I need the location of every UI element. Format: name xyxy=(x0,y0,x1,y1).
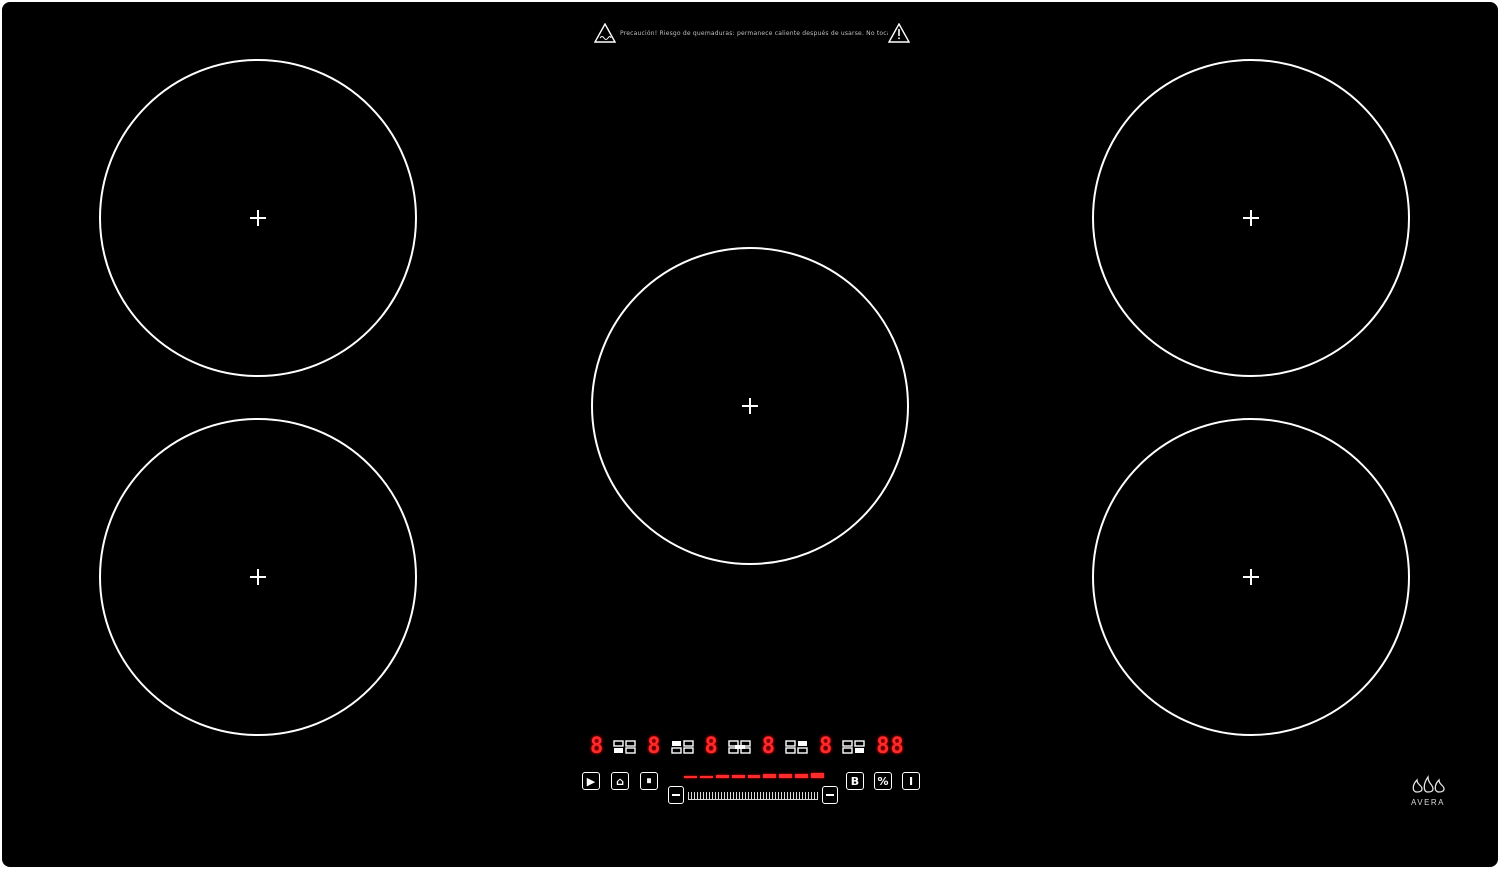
slider-track[interactable] xyxy=(688,792,818,800)
zone-center-mark xyxy=(1243,210,1259,226)
boost-label: B xyxy=(850,774,860,788)
play-button[interactable]: ▶ xyxy=(582,772,600,790)
power-level-segment xyxy=(699,776,713,778)
boost-button[interactable]: B xyxy=(846,772,864,790)
power-level-segment xyxy=(747,775,761,778)
lock-button[interactable]: ⌂ xyxy=(611,772,629,790)
power-icon: I xyxy=(908,774,914,788)
power-level-segment xyxy=(763,774,777,778)
power-level-bars xyxy=(684,772,825,778)
zone-center-mark xyxy=(1243,569,1259,585)
zone-level-display: 8 xyxy=(819,734,833,759)
zone-center-mark xyxy=(250,569,266,585)
power-level-segment xyxy=(779,774,793,778)
brand-name: AVERA xyxy=(1410,798,1446,807)
caution-triangle-icon xyxy=(888,23,910,43)
play-icon: ▶ xyxy=(586,774,596,788)
keep-warm-button[interactable]: % xyxy=(874,772,892,790)
hot-surface-warning: Precaución! Riesgo de quemaduras: perman… xyxy=(594,20,910,46)
zone-level-display: 8 xyxy=(647,734,661,759)
zone-right-bottom-icon[interactable] xyxy=(841,739,867,755)
zone-center-mark xyxy=(250,210,266,226)
zone-level-display: 8 xyxy=(761,734,775,759)
power-level-segment xyxy=(715,775,729,778)
zone-left-top-icon[interactable] xyxy=(612,739,638,755)
pause-icon: ⏸ xyxy=(646,774,652,787)
power-level-segment xyxy=(811,773,825,778)
flame-logo-icon xyxy=(1412,774,1445,793)
slider-minus-button[interactable] xyxy=(668,786,684,804)
keep-warm-icon: % xyxy=(877,774,889,788)
zone-level-display: 8 xyxy=(590,734,604,759)
zone-center-mark xyxy=(742,398,758,414)
slider-plus-button[interactable] xyxy=(822,786,838,804)
cooking-zone-right-top[interactable] xyxy=(1092,59,1410,377)
cooking-zone-center[interactable] xyxy=(591,247,909,565)
cooking-zone-left-top[interactable] xyxy=(99,59,417,377)
power-level-segment xyxy=(731,775,745,778)
pause-button[interactable]: ⏸ xyxy=(640,772,658,790)
lock-icon: ⌂ xyxy=(616,774,624,788)
power-button[interactable]: I xyxy=(902,772,920,790)
power-level-segment xyxy=(684,776,697,778)
power-level-segment xyxy=(795,774,809,778)
zone-center-icon[interactable] xyxy=(727,739,753,755)
timer-display: 88 xyxy=(876,734,905,759)
warning-text: Precaución! Riesgo de quemaduras: perman… xyxy=(620,29,888,37)
cooking-zone-right-bottom[interactable] xyxy=(1092,418,1410,736)
zone-level-displays: 8 8 8 8 8 88 xyxy=(590,734,905,760)
zone-right-top-icon[interactable] xyxy=(784,739,810,755)
zone-left-bottom-icon[interactable] xyxy=(670,739,696,755)
power-slider[interactable] xyxy=(668,784,838,806)
zone-level-display: 8 xyxy=(704,734,718,759)
brand-logo: AVERA xyxy=(1406,774,1450,807)
warning-triangle-icon xyxy=(594,23,616,43)
cooktop-surface: Precaución! Riesgo de quemaduras: perman… xyxy=(2,2,1498,867)
cooking-zone-left-bottom[interactable] xyxy=(99,418,417,736)
control-panel: ▶ ⌂ ⏸ B % I xyxy=(582,770,922,810)
